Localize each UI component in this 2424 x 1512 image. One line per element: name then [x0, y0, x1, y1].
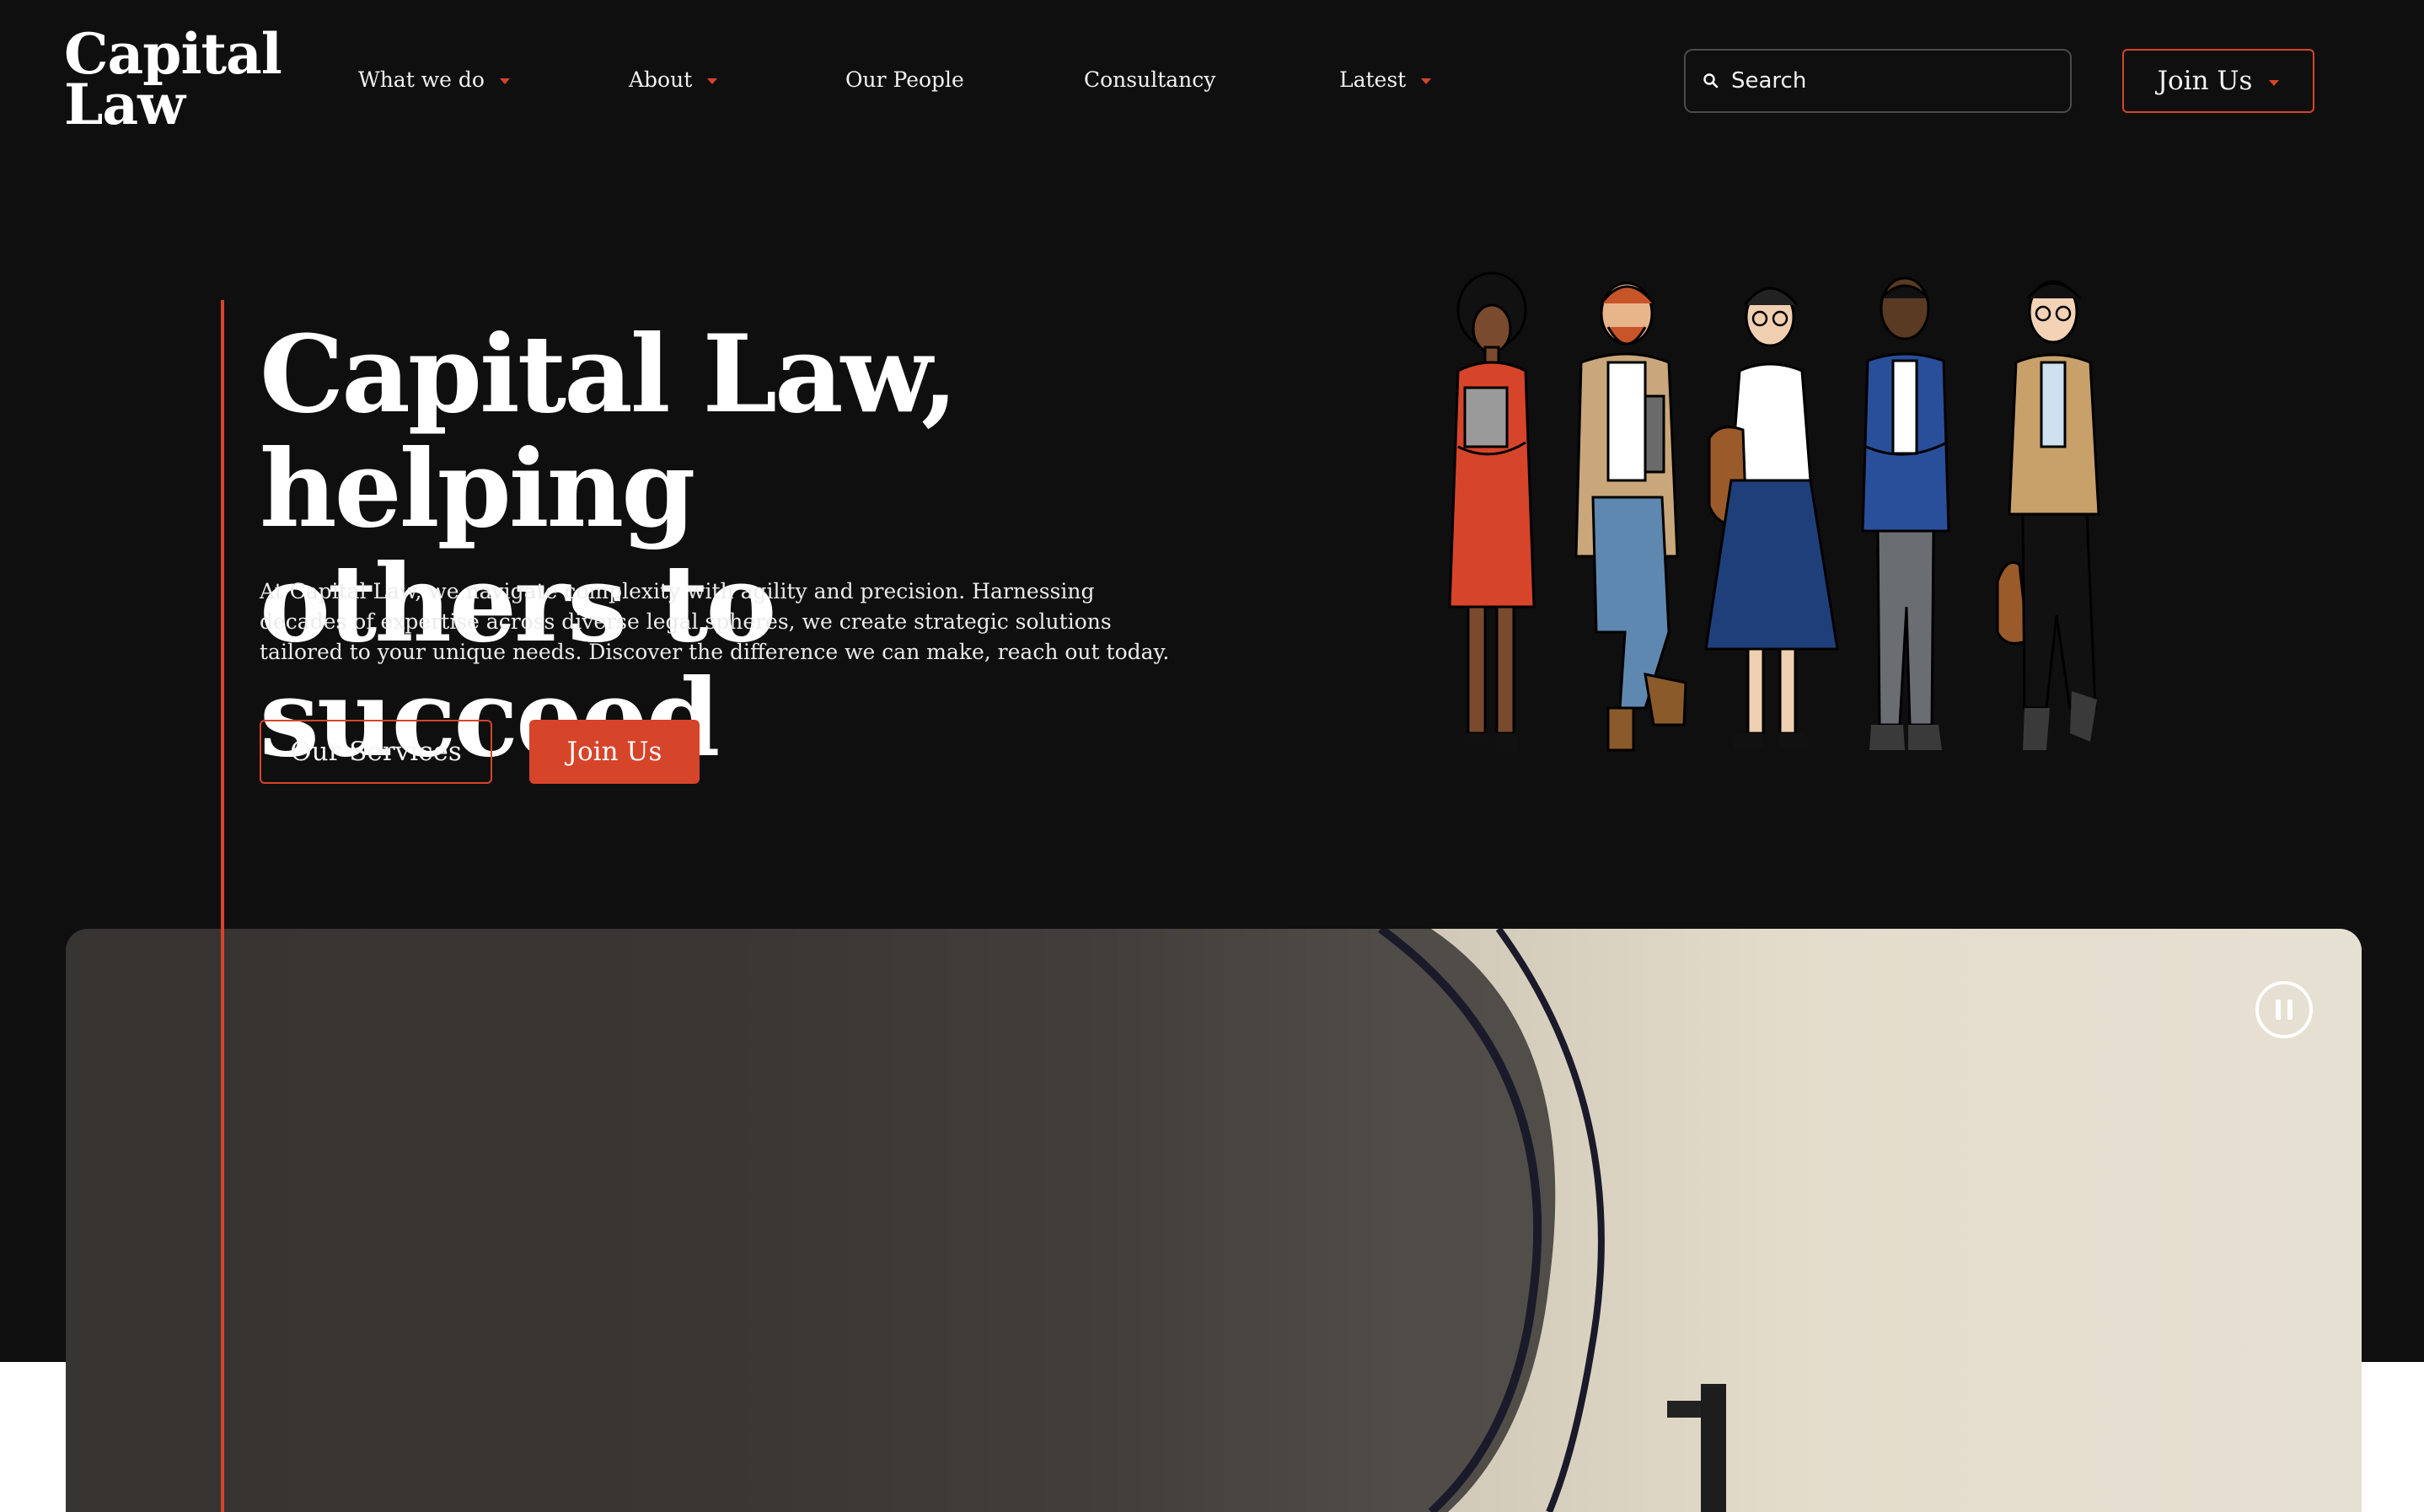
nav-consultancy[interactable]: Consultancy: [1084, 67, 1215, 92]
nav-label: Our People: [845, 67, 964, 92]
hero-title-line-1: Capital Law, helping: [260, 312, 958, 551]
search-input[interactable]: [1731, 68, 2051, 94]
pause-button[interactable]: [2255, 981, 2313, 1038]
join-us-label: Join Us: [2157, 66, 2253, 96]
person-5-illustration: [1996, 280, 2100, 750]
chevron-down-icon: [707, 78, 718, 84]
nav-about[interactable]: About: [629, 67, 718, 92]
search-box[interactable]: [1684, 49, 2072, 113]
our-services-button[interactable]: Our Services: [260, 720, 492, 784]
person-1-illustration: [1448, 271, 1536, 752]
nav-label: Latest: [1339, 67, 1407, 92]
nav-our-people[interactable]: Our People: [845, 67, 964, 92]
nav-latest[interactable]: Latest: [1339, 67, 1432, 92]
people-illustration: [1448, 271, 2100, 752]
logo-line-2: Law: [64, 72, 185, 137]
hero-title: Capital Law, helping others to succeed: [260, 317, 1237, 775]
hero-description: At Capital Law, we navigate complexity w…: [260, 579, 1170, 664]
nav-what-we-do[interactable]: What we do: [358, 67, 510, 92]
nav-label: What we do: [358, 67, 485, 92]
chevron-down-icon: [2269, 79, 2280, 86]
page: Capital Law What we do About Our People …: [0, 0, 2424, 1512]
video-frame: [66, 929, 1726, 1512]
join-us-button[interactable]: Join Us: [529, 720, 700, 784]
join-us-header-button[interactable]: Join Us: [2122, 49, 2314, 113]
chevron-down-icon: [499, 78, 510, 84]
pause-icon-bar-left: [2276, 1000, 2281, 1020]
accent-line: [221, 300, 224, 1512]
pause-icon-bar-right: [2287, 1000, 2293, 1020]
chevron-down-icon: [1421, 78, 1432, 84]
person-4-illustration: [1861, 276, 1950, 750]
logo[interactable]: Capital Law: [64, 26, 283, 137]
nav-label: About: [629, 67, 693, 92]
person-3-illustration: [1704, 287, 1839, 748]
hero-video[interactable]: [66, 929, 2362, 1512]
nav-label: Consultancy: [1084, 67, 1216, 92]
search-icon: [1703, 73, 1719, 88]
person-2-illustration: [1574, 281, 1687, 752]
